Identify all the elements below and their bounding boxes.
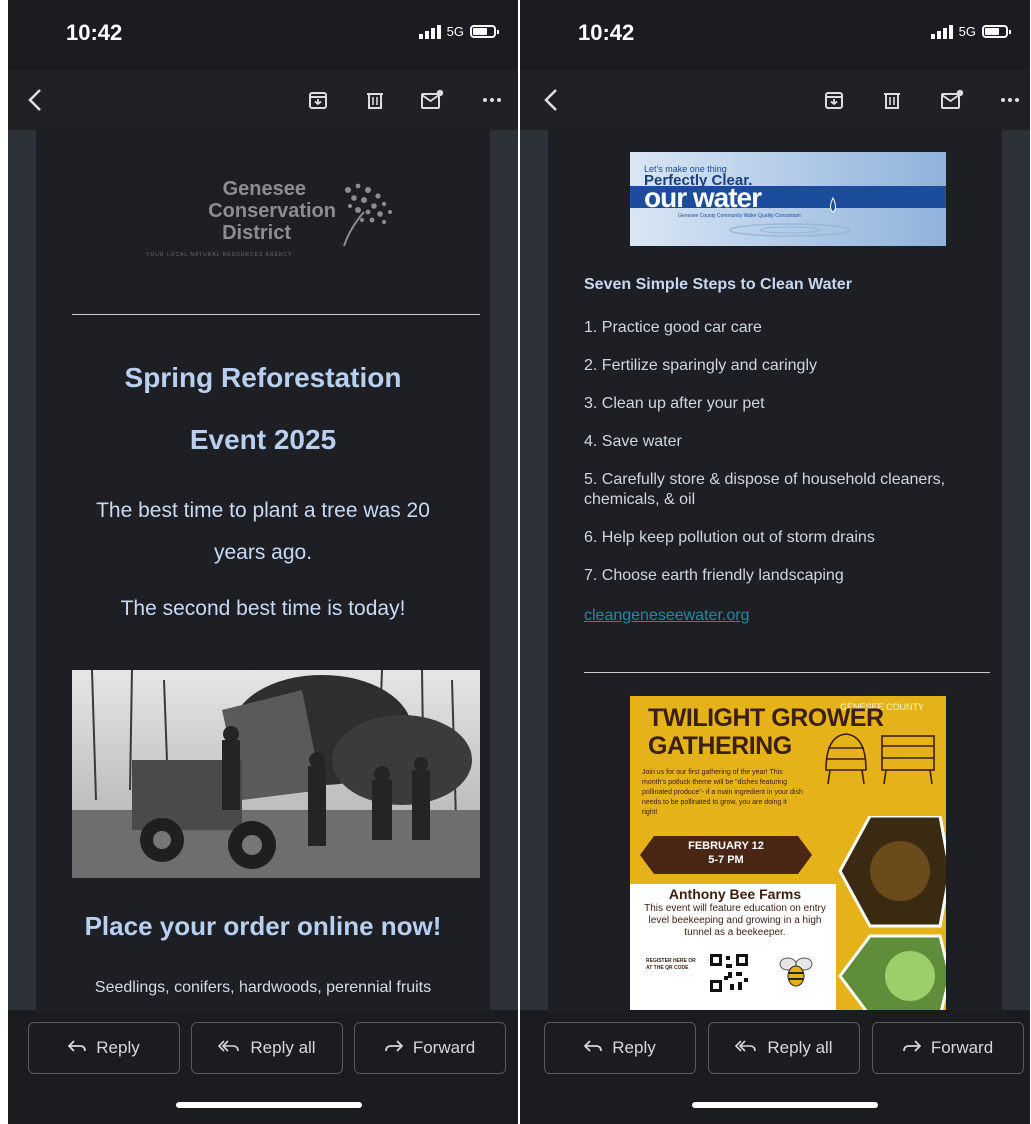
more-icon[interactable] (478, 86, 506, 114)
archive-icon[interactable] (304, 86, 332, 114)
email-toolbar (8, 70, 518, 130)
banner-caption: Genesee County Community Water Quality C… (678, 213, 801, 219)
beehive-icon (825, 733, 935, 785)
event-title: Spring Reforestation (36, 360, 490, 396)
reply-all-label: Reply all (767, 1038, 833, 1057)
left-phone-screen: 10:42 5G Genesee Conservation District Y… (8, 0, 518, 1124)
network-label: 5G (958, 24, 976, 39)
signal-icon (418, 24, 441, 39)
qr-code-icon[interactable] (708, 952, 750, 994)
mark-unread-icon[interactable] (938, 86, 966, 114)
email-body: Genesee Conservation District YOUR LOCAL… (8, 130, 518, 1010)
forward-button[interactable]: Forward (872, 1022, 1024, 1074)
tree-truck-photo (72, 670, 480, 878)
logo-line-genesee: Genesee (222, 178, 306, 200)
network-label: 5G (446, 24, 464, 39)
reply-label: Reply (96, 1038, 140, 1057)
step-item: 2. Fertilize sparingly and caringly (584, 357, 817, 374)
forward-label: Forward (412, 1038, 476, 1057)
forward-icon (902, 1038, 922, 1058)
flyer-description: This event will feature education on ent… (644, 903, 826, 938)
reply-all-button[interactable]: Reply all (708, 1022, 860, 1074)
battery-icon (470, 25, 499, 38)
reply-label: Reply (612, 1038, 656, 1057)
status-icons: 5G (930, 24, 1011, 39)
action-bar: Reply Reply all Forward (520, 1010, 1030, 1124)
quote-line2: years ago. (213, 541, 313, 564)
quote-line1: The best time to plant a tree was 20 (96, 499, 430, 522)
flyer-time: 5-7 PM (708, 854, 744, 866)
email-body: Let's make one thing Perfectly Clear. ou… (520, 130, 1030, 1010)
back-arrow-icon[interactable] (538, 86, 566, 114)
status-bar: 10:42 5G (8, 0, 518, 70)
flyer-intro: Join us for our first gathering of the y… (642, 769, 803, 816)
home-indicator[interactable] (692, 1102, 878, 1108)
reply-all-icon (735, 1038, 757, 1058)
status-time: 10:42 (66, 20, 123, 45)
forward-button[interactable]: Forward (354, 1022, 506, 1074)
reply-button[interactable]: Reply (544, 1022, 696, 1074)
logo-line-conservation: Conservation (208, 200, 336, 222)
action-bar: Reply Reply all Forward (8, 1010, 518, 1124)
flyer-title-line2: GATHERING (648, 732, 792, 760)
home-indicator[interactable] (176, 1102, 362, 1108)
reply-all-button[interactable]: Reply all (191, 1022, 343, 1074)
email-content-card: Let's make one thing Perfectly Clear. ou… (548, 130, 1002, 1010)
step-item: 7. Choose earth friendly landscaping (584, 567, 844, 584)
more-icon[interactable] (996, 86, 1024, 114)
steps-title: Seven Simple Steps to Clean Water (584, 276, 852, 293)
step-item: 6. Help keep pollution out of storm drai… (584, 529, 875, 546)
mark-unread-icon[interactable] (418, 86, 446, 114)
flyer-date: FEBRUARY 12 (688, 840, 764, 852)
trash-icon[interactable] (878, 86, 906, 114)
step-item: 4. Save water (584, 433, 682, 450)
flyer-venue: Anthony Bee Farms (668, 886, 802, 902)
trash-icon[interactable] (361, 86, 389, 114)
honeycomb-photos (838, 816, 946, 1010)
divider (72, 314, 480, 315)
email-content-card: Genesee Conservation District YOUR LOCAL… (36, 130, 490, 1010)
logo-line-district: District (222, 222, 291, 244)
status-bar: 10:42 5G (520, 0, 1030, 70)
twilight-grower-flyer: GENESEE COUNTY TWILIGHT GROWER GATHERING… (630, 696, 946, 1010)
event-title-line1: Spring Reforestation (124, 362, 402, 393)
signal-icon (930, 24, 953, 39)
flyer-register: REGISTER HERE OR AT THE QR CODE (646, 958, 696, 971)
email-toolbar (520, 70, 1030, 130)
status-icons: 5G (418, 24, 499, 39)
step-item: 3. Clean up after your pet (584, 395, 765, 412)
right-phone-screen: 10:42 5G Let's make one thing Perfectly … (520, 0, 1030, 1124)
battery-icon (982, 25, 1011, 38)
quote-line3: The second best time is today! (120, 597, 406, 620)
banner-word: our water (644, 182, 762, 213)
status-time: 10:42 (578, 20, 635, 45)
step-item: 5. Carefully store & dispose of househol… (584, 471, 946, 508)
forward-icon (384, 1038, 404, 1058)
forward-label: Forward (930, 1038, 994, 1057)
archive-icon[interactable] (820, 86, 848, 114)
divider (584, 672, 990, 673)
back-arrow-icon[interactable] (22, 86, 50, 114)
clean-water-link[interactable]: cleangeneseewater.org (584, 607, 749, 625)
event-title-line2: Event 2025 (189, 424, 337, 455)
dandelion-icon (343, 183, 392, 246)
step-item: 1. Practice good car care (584, 319, 762, 336)
bee-icon (779, 957, 813, 987)
reply-all-label: Reply all (250, 1038, 316, 1057)
order-heading: Place your order online now! (84, 911, 442, 941)
products-text: Seedlings, conifers, hardwoods, perennia… (94, 979, 432, 996)
reply-icon (583, 1038, 603, 1058)
reply-button[interactable]: Reply (28, 1022, 180, 1074)
reply-icon (67, 1038, 87, 1058)
logo-tagline: YOUR LOCAL NATURAL RESOURCES AGENCY (146, 252, 293, 258)
reply-all-icon (218, 1038, 240, 1058)
genesee-conservation-logo: Genesee Conservation District YOUR LOCAL… (136, 178, 396, 268)
